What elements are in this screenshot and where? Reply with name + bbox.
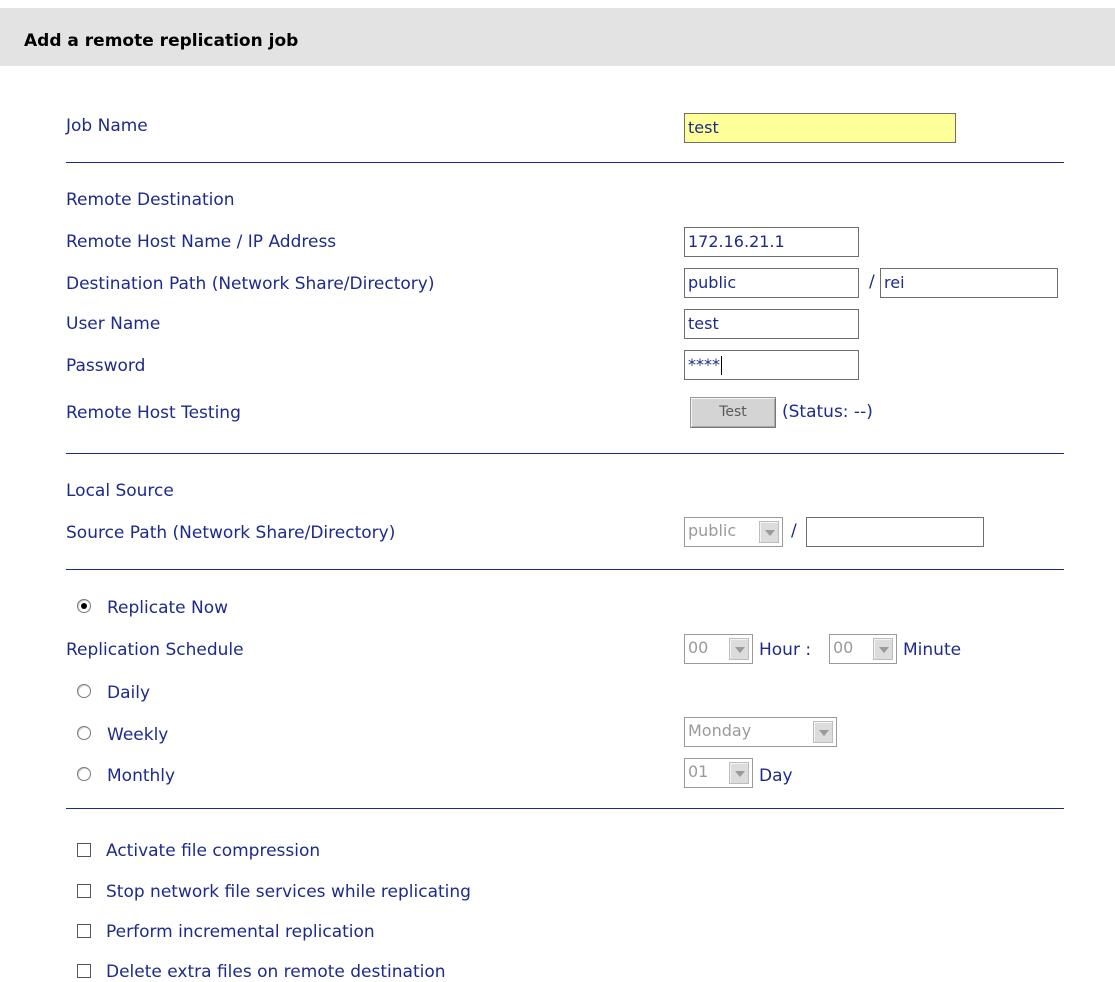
source-path-label: Source Path (Network Share/Directory) [66, 523, 396, 543]
local-source-heading: Local Source [66, 481, 174, 501]
stop-services-checkbox[interactable] [77, 884, 91, 898]
divider [66, 453, 1064, 454]
password-value: **** [688, 355, 720, 374]
minute-select[interactable]: 00 [829, 634, 897, 664]
user-name-value: test [688, 314, 719, 333]
password-label: Password [66, 356, 146, 376]
delete-extra-label: Delete extra files on remote destination [106, 962, 446, 982]
path-separator: / [791, 521, 797, 541]
hour-label: Hour : [759, 640, 812, 660]
chevron-down-icon [813, 721, 833, 743]
replication-schedule-label: Replication Schedule [66, 640, 244, 660]
path-separator: / [869, 272, 875, 292]
compression-checkbox[interactable] [77, 843, 91, 857]
incremental-label: Perform incremental replication [106, 922, 375, 942]
divider [66, 569, 1064, 570]
destination-path-label: Destination Path (Network Share/Director… [66, 274, 435, 294]
chevron-down-icon [729, 762, 749, 784]
stop-services-label: Stop network file services while replica… [106, 882, 471, 902]
daily-radio[interactable] [77, 684, 91, 698]
replicate-now-label: Replicate Now [107, 598, 229, 618]
destination-directory-value: rei [884, 273, 905, 292]
job-name-label: Job Name [66, 116, 148, 136]
chevron-down-icon [759, 521, 779, 543]
panel-header: Add a remote replication job [0, 0, 1115, 66]
source-directory-input[interactable] [806, 517, 984, 547]
weekly-label: Weekly [107, 725, 169, 745]
weekly-radio[interactable] [77, 726, 91, 740]
weekday-select[interactable]: Monday [684, 717, 837, 747]
minute-label: Minute [903, 640, 962, 660]
remote-host-label: Remote Host Name / IP Address [66, 232, 337, 252]
job-name-value: test [688, 118, 719, 137]
replicate-now-radio[interactable] [77, 599, 91, 613]
remote-host-testing-label: Remote Host Testing [66, 403, 241, 423]
day-select[interactable]: 01 [684, 758, 753, 788]
test-button[interactable]: Test [690, 397, 776, 428]
chevron-down-icon [873, 638, 893, 660]
source-share-value: public [688, 521, 737, 540]
divider [66, 808, 1064, 809]
page-title: Add a remote replication job [24, 31, 299, 51]
compression-label: Activate file compression [106, 841, 321, 861]
monthly-radio[interactable] [77, 767, 91, 781]
divider [66, 162, 1064, 163]
weekday-value: Monday [688, 721, 752, 740]
remote-destination-heading: Remote Destination [66, 190, 235, 210]
source-share-select[interactable]: public [684, 517, 783, 547]
day-value: 01 [688, 762, 709, 781]
hour-value: 00 [688, 638, 709, 657]
destination-share-value: public [688, 273, 737, 292]
monthly-label: Monthly [107, 766, 176, 786]
daily-label: Daily [107, 683, 151, 703]
incremental-checkbox[interactable] [77, 924, 91, 938]
user-name-input[interactable]: test [684, 309, 859, 339]
destination-share-input[interactable]: public [684, 268, 859, 298]
remote-host-value: 172.16.21.1 [688, 232, 785, 251]
hour-select[interactable]: 00 [684, 634, 753, 664]
chevron-down-icon [729, 638, 749, 660]
delete-extra-checkbox[interactable] [77, 964, 91, 978]
job-name-input[interactable]: test [684, 113, 956, 143]
test-status-text: (Status: --) [782, 402, 873, 422]
day-label: Day [759, 766, 793, 786]
remote-host-input[interactable]: 172.16.21.1 [684, 227, 859, 257]
destination-directory-input[interactable]: rei [880, 268, 1058, 298]
password-input[interactable]: **** [684, 350, 859, 380]
user-name-label: User Name [66, 314, 161, 334]
minute-value: 00 [833, 638, 854, 657]
text-caret [721, 356, 722, 375]
